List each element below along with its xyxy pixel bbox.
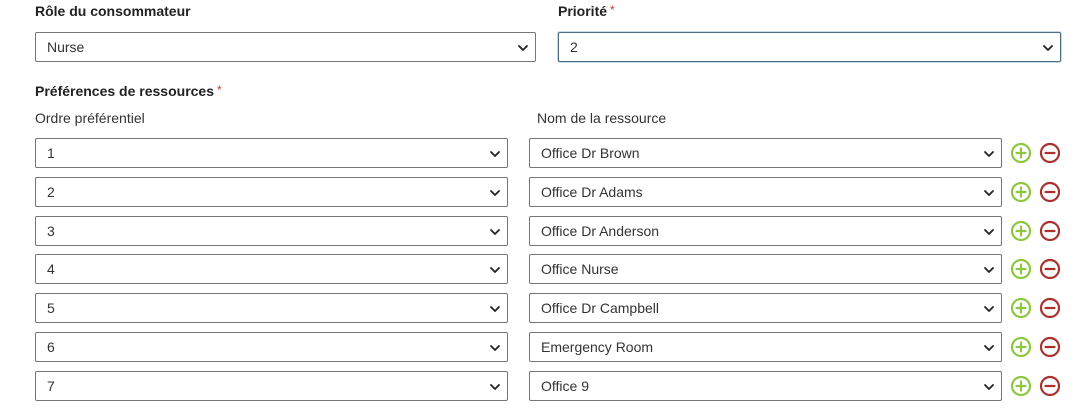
- order-value: 3: [47, 222, 55, 239]
- resource-name-select[interactable]: Office Dr Brown: [529, 138, 1002, 168]
- required-marker: *: [217, 83, 222, 97]
- resource-name-value: Office Nurse: [541, 261, 619, 278]
- order-value: 2: [47, 183, 55, 200]
- chevron-down-icon: [490, 267, 500, 274]
- order-select[interactable]: 3: [35, 215, 508, 246]
- resource-name-select[interactable]: Office Nurse: [529, 254, 1002, 285]
- plus-circle-icon[interactable]: [1010, 375, 1032, 397]
- resource-name-value: Emergency Room: [541, 339, 654, 355]
- plus-circle-icon[interactable]: [1010, 336, 1032, 358]
- order-value: 1: [47, 145, 55, 161]
- plus-circle-icon[interactable]: [1010, 297, 1032, 319]
- required-marker: *: [610, 3, 615, 17]
- order-value: 5: [47, 300, 55, 317]
- resource-name-select[interactable]: Office Dr Anderson: [529, 215, 1002, 246]
- plus-circle-icon[interactable]: [1010, 220, 1032, 242]
- order-value: 4: [47, 261, 55, 278]
- resource-name-value: Office Dr Anderson: [541, 222, 660, 239]
- minus-circle-icon[interactable]: [1039, 142, 1061, 164]
- resource-name-select[interactable]: Emergency Room: [529, 332, 1002, 362]
- resource-name-select[interactable]: Office 9: [529, 370, 1002, 401]
- chevron-down-icon: [490, 383, 500, 390]
- minus-circle-icon[interactable]: [1039, 258, 1061, 280]
- order-select[interactable]: 7: [35, 370, 508, 401]
- consumer-role-value: Nurse: [47, 39, 85, 55]
- priority-label-wrap: Priorité *: [558, 3, 615, 19]
- chevron-down-icon: [984, 306, 994, 313]
- chevron-down-icon: [984, 151, 994, 157]
- order-value: 6: [47, 339, 55, 355]
- resource-name-value: Office Dr Campbell: [541, 300, 660, 317]
- priority-select[interactable]: 2: [558, 32, 1061, 62]
- plus-circle-icon[interactable]: [1010, 142, 1032, 164]
- chevron-down-icon: [984, 383, 994, 390]
- chevron-down-icon: [984, 228, 994, 235]
- chevron-down-icon: [984, 345, 994, 351]
- chevron-down-icon: [984, 189, 994, 196]
- priority-value: 2: [570, 39, 578, 55]
- resource-name-value: Office 9: [541, 377, 589, 394]
- order-select[interactable]: 6: [35, 332, 508, 362]
- resource-name-column-header: Nom de la ressource: [537, 110, 667, 126]
- plus-circle-icon[interactable]: [1010, 181, 1032, 203]
- chevron-down-icon: [490, 306, 500, 313]
- chevron-down-icon: [518, 45, 528, 51]
- chevron-down-icon: [490, 151, 500, 157]
- consumer-role-label: Rôle du consommateur: [35, 3, 191, 19]
- minus-circle-icon[interactable]: [1039, 375, 1061, 397]
- order-select[interactable]: 2: [35, 176, 508, 207]
- plus-circle-icon[interactable]: [1010, 258, 1032, 280]
- order-column-header: Ordre préférentiel: [35, 110, 145, 126]
- order-select[interactable]: 4: [35, 254, 508, 285]
- resource-name-select[interactable]: Office Dr Adams: [529, 176, 1002, 207]
- chevron-down-icon: [490, 189, 500, 196]
- resource-name-value: Office Dr Adams: [541, 183, 643, 200]
- order-select[interactable]: 5: [35, 293, 508, 324]
- chevron-down-icon: [984, 267, 994, 274]
- resource-prefs-label-wrap: Préférences de ressources *: [35, 83, 222, 99]
- order-value: 7: [47, 377, 55, 394]
- minus-circle-icon[interactable]: [1039, 220, 1061, 242]
- chevron-down-icon: [490, 228, 500, 235]
- resource-name-select[interactable]: Office Dr Campbell: [529, 293, 1002, 324]
- priority-label: Priorité: [558, 3, 608, 19]
- minus-circle-icon[interactable]: [1039, 336, 1061, 358]
- order-select[interactable]: 1: [35, 138, 508, 168]
- resource-name-value: Office Dr Brown: [541, 145, 640, 161]
- chevron-down-icon: [490, 345, 500, 351]
- minus-circle-icon[interactable]: [1039, 297, 1061, 319]
- consumer-role-select[interactable]: Nurse: [35, 32, 536, 62]
- chevron-down-icon: [1043, 45, 1053, 51]
- minus-circle-icon[interactable]: [1039, 181, 1061, 203]
- resource-prefs-label: Préférences de ressources: [35, 83, 214, 99]
